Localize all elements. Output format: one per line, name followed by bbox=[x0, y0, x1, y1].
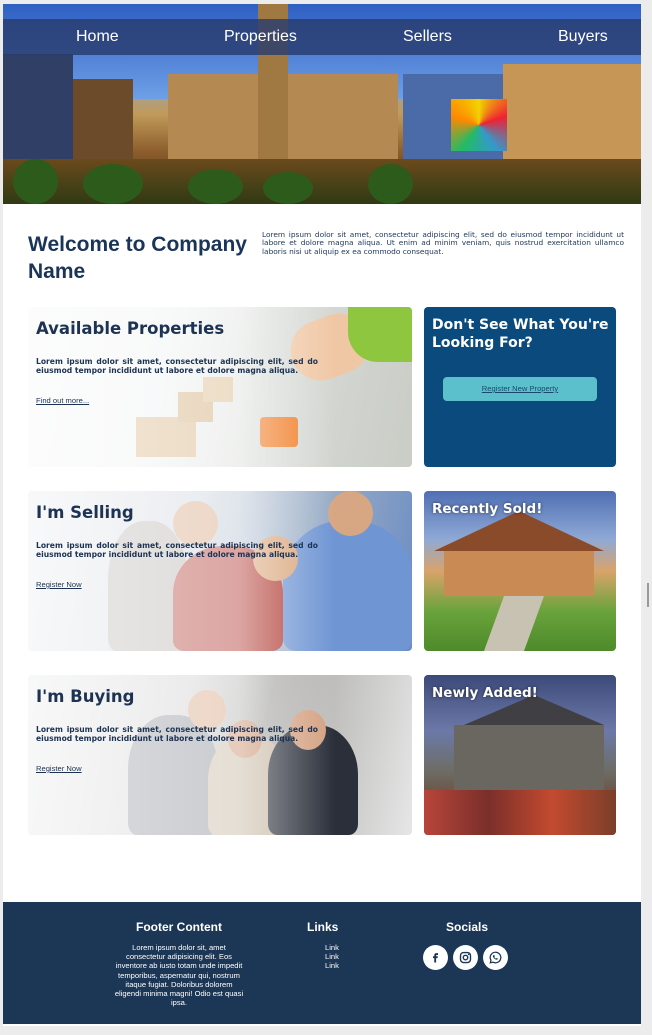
buying-card: I'm Buying Lorem ipsum dolor sit amet, c… bbox=[28, 675, 412, 835]
footer-content-text: Lorem ipsum dolor sit, amet consectetur … bbox=[114, 943, 244, 1008]
newly-added-card[interactable]: Newly Added! bbox=[424, 675, 616, 835]
page: Home Properties Sellers Buyers Welcome t… bbox=[3, 4, 641, 1026]
card-title-buying: I'm Buying bbox=[36, 687, 135, 706]
card-title-selling: I'm Selling bbox=[36, 503, 134, 522]
selling-card: I'm Selling Lorem ipsum dolor sit amet, … bbox=[28, 491, 412, 651]
nav-home[interactable]: Home bbox=[76, 19, 119, 55]
card-text-properties: Lorem ipsum dolor sit amet, consectetur … bbox=[36, 357, 318, 375]
newly-added-title: Newly Added! bbox=[432, 685, 538, 701]
footer-socials-title: Socials bbox=[446, 920, 489, 934]
footer-content-title: Footer Content bbox=[136, 920, 222, 934]
card-text-buying: Lorem ipsum dolor sit amet, consectetur … bbox=[36, 725, 318, 743]
facebook-icon[interactable] bbox=[423, 945, 448, 970]
main-nav: Home Properties Sellers Buyers bbox=[3, 19, 641, 55]
card-text-selling: Lorem ipsum dolor sit amet, consectetur … bbox=[36, 541, 318, 559]
available-properties-card: Available Properties Lorem ipsum dolor s… bbox=[28, 307, 412, 467]
register-now-buying-link[interactable]: Register Now bbox=[36, 764, 82, 773]
find-out-more-link[interactable]: Find out more... bbox=[36, 396, 89, 405]
scrollbar-thumb[interactable] bbox=[647, 583, 649, 607]
instagram-icon[interactable] bbox=[453, 945, 478, 970]
footer-link[interactable]: Link bbox=[325, 943, 339, 952]
card-title-properties: Available Properties bbox=[36, 319, 225, 338]
register-new-property-button[interactable]: Register New Property bbox=[443, 377, 597, 401]
welcome-text: Lorem ipsum dolor sit amet, consectetur … bbox=[262, 230, 624, 256]
welcome-title: Welcome to Company Name bbox=[28, 233, 247, 283]
cta-card: Don't See What You're Looking For? Regis… bbox=[424, 307, 616, 467]
cta-title: Don't See What You're Looking For? bbox=[432, 317, 609, 351]
register-now-selling-link[interactable]: Register Now bbox=[36, 580, 82, 589]
footer-link[interactable]: Link bbox=[325, 961, 339, 970]
footer-links-list: Link Link Link bbox=[325, 943, 339, 971]
nav-sellers[interactable]: Sellers bbox=[403, 19, 452, 55]
recently-sold-title: Recently Sold! bbox=[432, 501, 543, 517]
nav-buyers[interactable]: Buyers bbox=[558, 19, 608, 55]
recently-sold-card[interactable]: Recently Sold! bbox=[424, 491, 616, 651]
footer: Footer Content Lorem ipsum dolor sit, am… bbox=[3, 902, 641, 1024]
nav-properties[interactable]: Properties bbox=[224, 19, 297, 55]
footer-link[interactable]: Link bbox=[325, 952, 339, 961]
whatsapp-icon[interactable] bbox=[483, 945, 508, 970]
hero-banner-image: Home Properties Sellers Buyers bbox=[3, 4, 641, 204]
footer-links-title: Links bbox=[307, 920, 339, 934]
